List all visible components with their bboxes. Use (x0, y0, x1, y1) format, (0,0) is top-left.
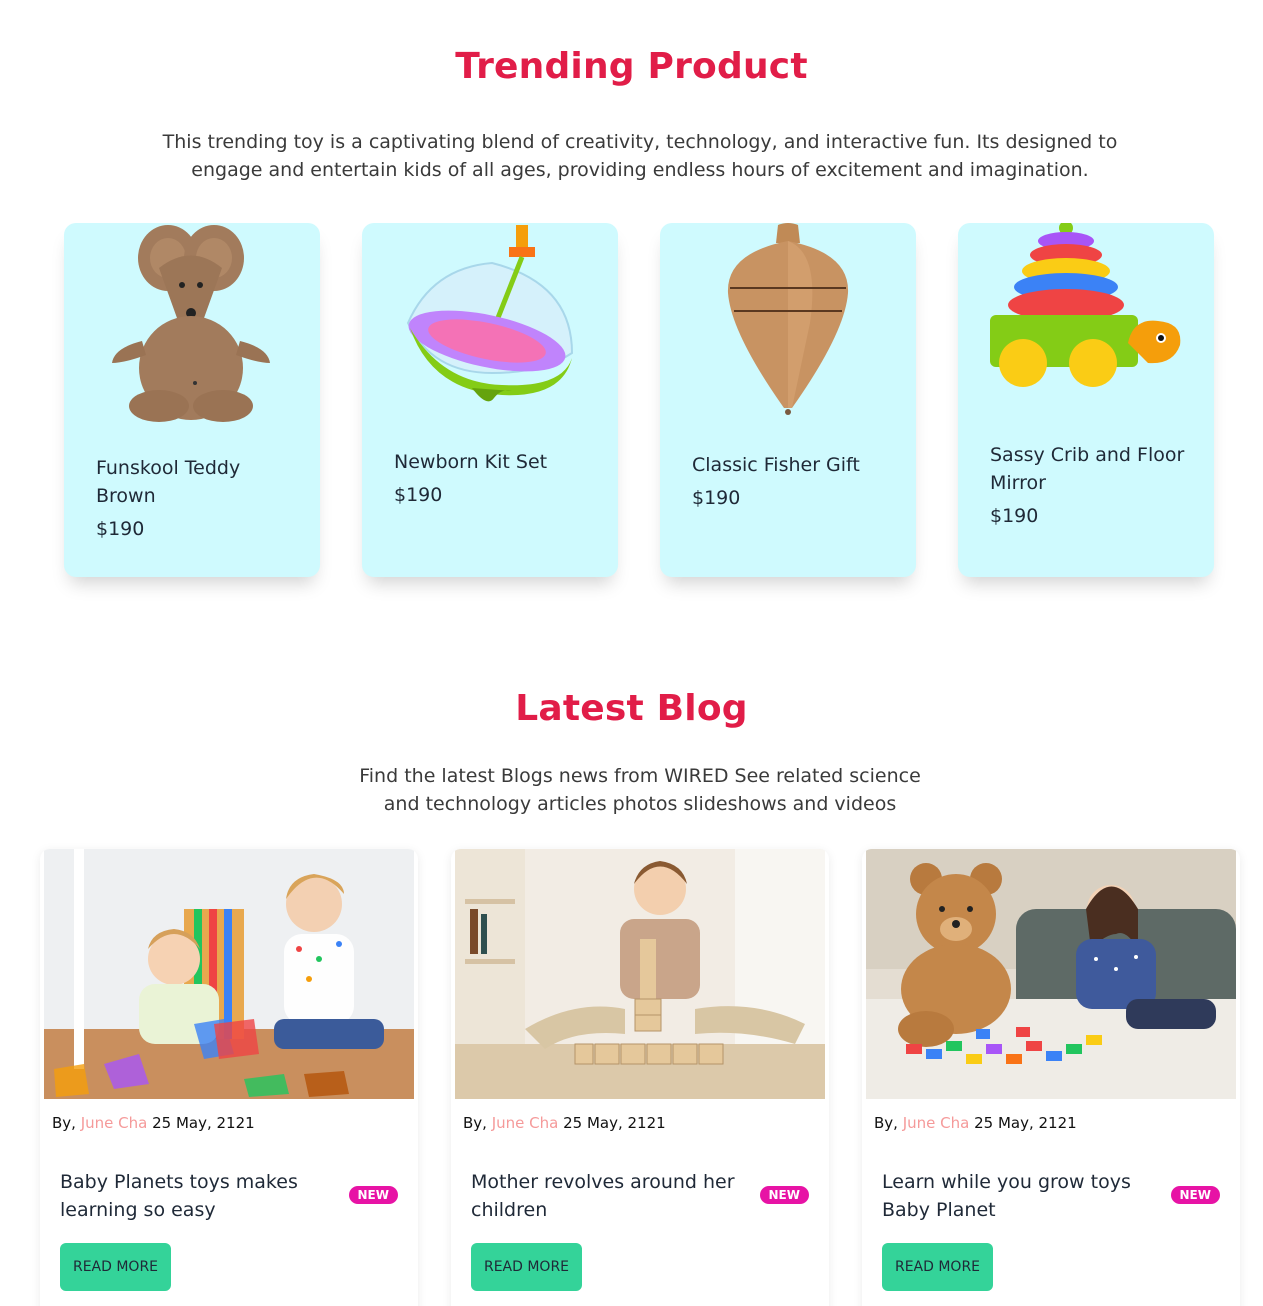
blog-post-title[interactable]: Learn while you grow toys Baby Planet (882, 1168, 1152, 1224)
product-price: $190 (394, 484, 443, 506)
blog-author-link[interactable]: June Cha (492, 1114, 559, 1132)
blog-by: By, (874, 1114, 898, 1132)
blog-by: By, (52, 1114, 76, 1132)
blog-date: 25 May, 2121 (152, 1114, 255, 1132)
product-name: Classic Fisher Gift (692, 454, 860, 476)
product-card[interactable]: Newborn Kit Set $190 (362, 223, 618, 577)
blog-post-title[interactable]: Mother revolves around her children (471, 1168, 741, 1224)
product-price: $190 (692, 487, 741, 509)
blog-date: 25 May, 2121 (974, 1114, 1077, 1132)
blog-author-link[interactable]: June Cha (81, 1114, 148, 1132)
spinning-top-image (406, 225, 574, 402)
wooden-top-image (727, 223, 849, 415)
blog-meta: By, June Cha 25 May, 2121 (874, 1114, 1077, 1132)
blog-by: By, (463, 1114, 487, 1132)
read-more-button[interactable]: READ MORE (882, 1243, 993, 1291)
read-more-button[interactable]: READ MORE (471, 1243, 582, 1291)
stacking-ring-turtle-image (990, 223, 1181, 387)
girl-teddy-bear-photo (866, 849, 1236, 1099)
blog-card[interactable]: By, June Cha 25 May, 2121 Mother revolve… (451, 849, 829, 1306)
new-badge: NEW (348, 1186, 398, 1204)
blog-card[interactable]: By, June Cha 25 May, 2121 Learn while yo… (862, 849, 1240, 1306)
new-badge: NEW (1170, 1186, 1220, 1204)
blog-meta: By, June Cha 25 May, 2121 (52, 1114, 255, 1132)
blog-date: 25 May, 2121 (563, 1114, 666, 1132)
product-card[interactable]: Funskool Teddy Brown $190 (64, 223, 320, 577)
blog-title: Latest Blog (515, 688, 748, 729)
trending-description: This trending toy is a captivating blend… (162, 131, 1118, 181)
blog-author-link[interactable]: June Cha (903, 1114, 970, 1132)
mouse-plush-image (112, 225, 270, 422)
product-name: Funskool Teddy Brown (96, 457, 241, 507)
product-name: Newborn Kit Set (394, 451, 548, 473)
trending-title: Trending Product (455, 46, 808, 87)
read-more-button[interactable]: READ MORE (60, 1243, 171, 1291)
boy-wooden-blocks-photo (455, 849, 825, 1099)
product-price: $190 (96, 518, 145, 540)
blog-meta: By, June Cha 25 May, 2121 (463, 1114, 666, 1132)
blog-card[interactable]: By, June Cha 25 May, 2121 Baby Planets t… (40, 849, 418, 1306)
product-card[interactable]: Sassy Crib and Floor Mirror $190 (958, 223, 1214, 577)
product-name: Sassy Crib and Floor Mirror (990, 444, 1185, 494)
new-badge: NEW (759, 1186, 809, 1204)
product-card[interactable]: Classic Fisher Gift $190 (660, 223, 916, 577)
blog-post-title[interactable]: Baby Planets toys makes learning so easy (60, 1168, 330, 1224)
kids-magnetic-tiles-photo (44, 849, 414, 1099)
product-price: $190 (990, 505, 1039, 527)
blog-description: Find the latest Blogs news from WIRED Se… (359, 765, 921, 815)
